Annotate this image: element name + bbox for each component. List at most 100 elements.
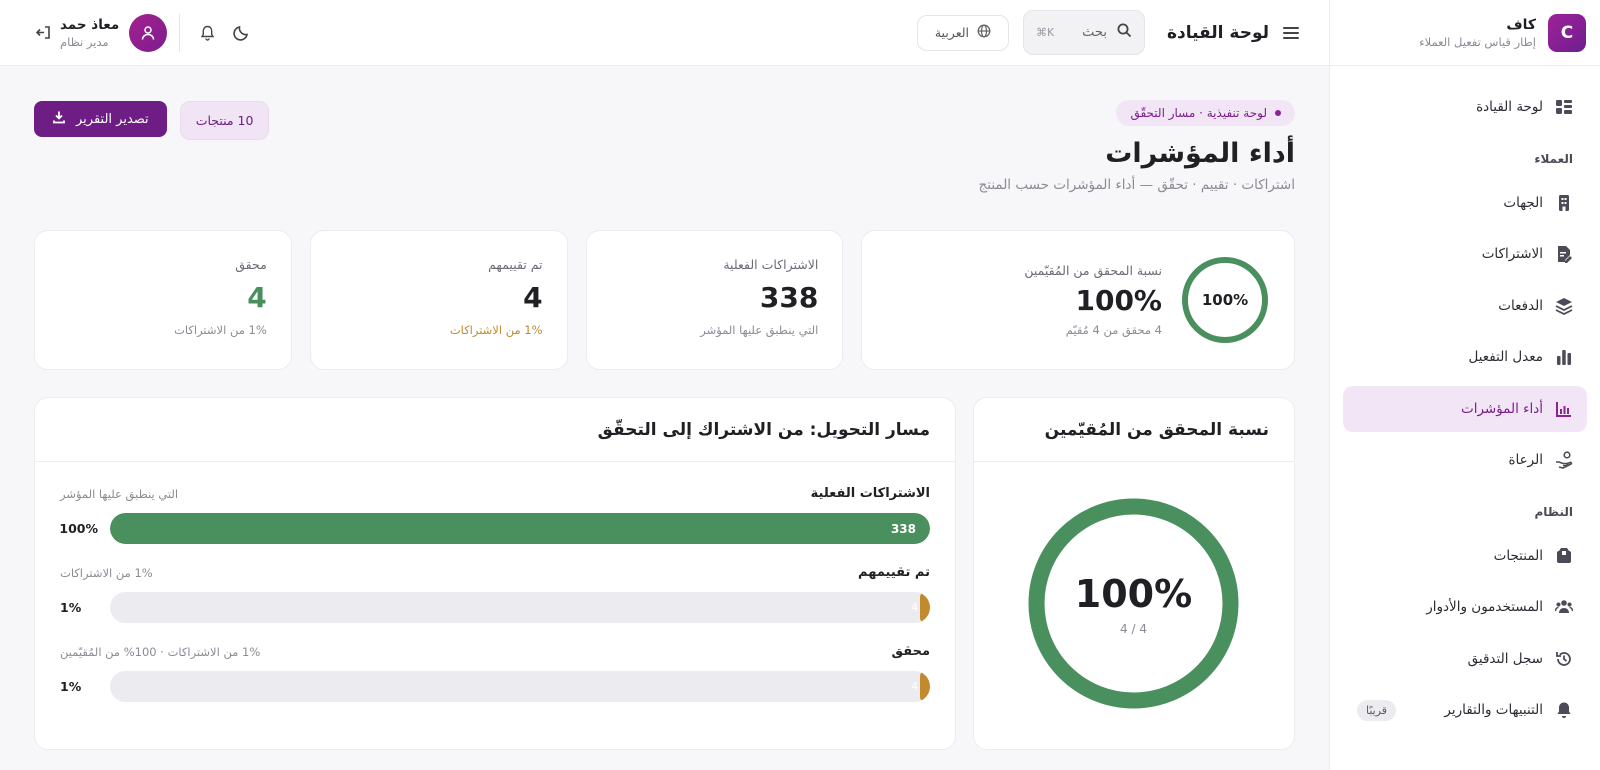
pill-dot-icon xyxy=(1275,110,1281,116)
search-input[interactable]: بحث K⌘ xyxy=(1022,10,1145,55)
sidebar-item-label: التنبيهات والتقارير xyxy=(1444,702,1543,718)
user-name: معاذ حمد xyxy=(60,16,120,33)
sidebar-item-label: لوحة القيادة xyxy=(1476,99,1543,115)
theme-toggle-moon-icon[interactable] xyxy=(224,16,258,50)
sidebar-item-payments[interactable]: الدفعات xyxy=(1343,283,1587,329)
brand-logo: C xyxy=(1548,13,1586,52)
funnel-row-label: الاشتراكات الفعلية xyxy=(810,486,930,501)
context-pill: لوحة تنفيذية · مسار التحقّق xyxy=(1116,100,1295,126)
notifications-bell-icon[interactable] xyxy=(190,16,224,50)
menu-icon[interactable] xyxy=(1281,23,1301,43)
funnel-bar-fill xyxy=(920,592,930,623)
sidebar-item-label: الرعاة xyxy=(1508,452,1543,468)
sidebar-nav: لوحة القيادة العملاء الجهات الاشتراكات ا… xyxy=(1330,66,1600,733)
stat-value: 4 xyxy=(523,281,543,314)
mini-ring-label: 100% xyxy=(1202,291,1248,309)
stat-value: 100% xyxy=(1075,284,1162,317)
sidebar-item-label: معدل التفعيل xyxy=(1468,349,1543,365)
sidebar-item-subscriptions[interactable]: الاشتراكات xyxy=(1343,231,1587,277)
search-icon xyxy=(1117,23,1132,42)
funnel-row-percent: 100% xyxy=(59,521,98,536)
stat-label: محقق xyxy=(235,257,267,272)
funnel-row: الاشتراكات الفعلية التي ينطبق عليها المؤ… xyxy=(59,486,930,544)
funnel-bar-track: 4 xyxy=(110,592,930,623)
stat-label: الاشتراكات الفعلية xyxy=(723,257,819,272)
bell-icon xyxy=(1555,701,1573,719)
sidebar-section-clients: العملاء xyxy=(1534,151,1573,166)
stat-card-active-subscriptions: الاشتراكات الفعلية 338 التي ينطبق عليها … xyxy=(585,230,844,370)
language-switcher[interactable]: العربية xyxy=(916,14,1009,51)
stat-note: 1% من الاشتراكات xyxy=(449,323,543,337)
funnel-bar-value: 4 xyxy=(911,680,918,693)
products-count-button[interactable]: 10 منتجات xyxy=(179,101,270,140)
subscription-icon xyxy=(1555,245,1573,263)
sidebar-item-dashboard[interactable]: لوحة القيادة xyxy=(1343,84,1587,130)
brand[interactable]: C كاف إطار قياس تفعيل العملاء xyxy=(1330,0,1600,66)
stat-note: 4 محقق من 4 مُقيّم xyxy=(1065,323,1162,337)
layers-icon xyxy=(1555,297,1573,315)
globe-icon xyxy=(977,24,991,41)
coming-soon-badge: قريبًا xyxy=(1357,699,1397,721)
sidebar-item-products[interactable]: المنتجات xyxy=(1343,533,1587,579)
sidebar-item-label: المستخدمون والأدوار xyxy=(1426,599,1543,615)
funnel-row: محقق 1% من الاشتراكات · 100% من المُقيّم… xyxy=(60,644,930,702)
funnel-bar-fill xyxy=(920,671,930,702)
funnel-row-percent: 1% xyxy=(60,679,82,694)
sidebar-item-label: المنتجات xyxy=(1493,547,1543,564)
stat-card-evaluated: تم تقييمهم 4 1% من الاشتراكات xyxy=(309,230,568,370)
sidebar-item-entities[interactable]: الجهات xyxy=(1343,180,1587,226)
stat-label: نسبة المحقق من المُقيّمين xyxy=(1024,263,1162,278)
funnel-row-note: التي ينطبق عليها المؤشر xyxy=(60,486,179,501)
funnel-row: تم تقييمهم 1% من الاشتراكات 4 1% xyxy=(60,565,930,623)
sidebar-item-label: الاشتراكات xyxy=(1481,246,1543,262)
user-menu[interactable]: معاذ حمد مدير نظام xyxy=(60,13,181,52)
logout-icon[interactable] xyxy=(26,16,60,50)
sidebar-item-users-roles[interactable]: المستخدمون والأدوار xyxy=(1343,584,1587,630)
sidebar-item-label: أداء المؤشرات xyxy=(1460,400,1543,417)
stat-label: تم تقييمهم xyxy=(488,257,543,272)
page-actions: 10 منتجات تصدير التقرير xyxy=(34,101,270,140)
kpi-stats-row: 100% نسبة المحقق من المُقيّمين 100% 4 مح… xyxy=(33,230,1295,370)
bar-chart-icon xyxy=(1555,348,1573,366)
verified-ratio-ring: 100% 4 / 4 xyxy=(1026,496,1241,711)
stat-note: التي ينطبق عليها المؤشر xyxy=(700,323,819,337)
card-title: مسار التحويل: من الاشتراك إلى التحقّق xyxy=(35,398,955,462)
sidebar-item-kpi-performance[interactable]: أداء المؤشرات xyxy=(1343,385,1587,432)
conversion-funnel-card: مسار التحويل: من الاشتراك إلى التحقّق ال… xyxy=(34,397,956,750)
sidebar-item-sponsors[interactable]: الرعاة xyxy=(1343,437,1587,483)
search-shortcut: K⌘ xyxy=(1035,26,1055,39)
verified-ratio-mini-ring: 100% xyxy=(1182,257,1268,343)
section-subtitle: اشتراكات · تقييم · تحقّق — أداء المؤشرات… xyxy=(978,177,1295,193)
sidebar-item-label: الدفعات xyxy=(1498,297,1543,314)
page-title: لوحة القيادة xyxy=(1166,22,1269,43)
sidebar-item-audit-log[interactable]: سجل التدقيق xyxy=(1343,636,1587,682)
export-report-button[interactable]: تصدير التقرير xyxy=(34,101,167,137)
funnel-bar-track: 4 xyxy=(110,671,930,702)
funnel-bar-value: 338 xyxy=(890,521,916,536)
top-header: لوحة القيادة بحث K⌘ العربية معاذ حمد مدي… xyxy=(0,0,1329,66)
stat-note: 1% من الاشتراكات xyxy=(174,323,267,337)
funnel-row-label: محقق xyxy=(891,644,931,659)
dashboard-icon xyxy=(1555,98,1573,116)
section-title: أداء المؤشرات xyxy=(1105,138,1295,169)
funnel-row-note: 1% من الاشتراكات xyxy=(60,565,153,580)
funnel-bar-fill: 338 xyxy=(110,513,930,544)
sidebar-item-alerts-reports[interactable]: التنبيهات والتقارير قريبًا xyxy=(1343,687,1587,733)
brand-subtitle: إطار قياس تفعيل العملاء xyxy=(1419,34,1536,49)
funnel-row-note: 1% من الاشتراكات · 100% من المُقيّمين xyxy=(60,644,261,659)
users-icon xyxy=(1555,598,1573,616)
language-label: العربية xyxy=(934,25,970,40)
ring-value: 100% xyxy=(1074,571,1193,616)
funnel-bar-value: 4 xyxy=(911,601,918,614)
search-placeholder: بحث xyxy=(1082,25,1107,40)
sidebar-item-activation-rate[interactable]: معدل التفعيل xyxy=(1343,334,1587,380)
funnel-bar-track: 338 xyxy=(110,513,930,544)
download-icon xyxy=(52,110,66,128)
funnel-row-percent: 1% xyxy=(60,600,82,615)
brand-name: كاف xyxy=(1506,16,1536,33)
stat-value: 4 xyxy=(247,281,267,314)
hand-coins-icon xyxy=(1555,451,1573,469)
stat-card-verified-ratio: 100% نسبة المحقق من المُقيّمين 100% 4 مح… xyxy=(861,230,1295,370)
history-icon xyxy=(1555,650,1573,668)
sidebar-item-label: الجهات xyxy=(1503,194,1543,211)
